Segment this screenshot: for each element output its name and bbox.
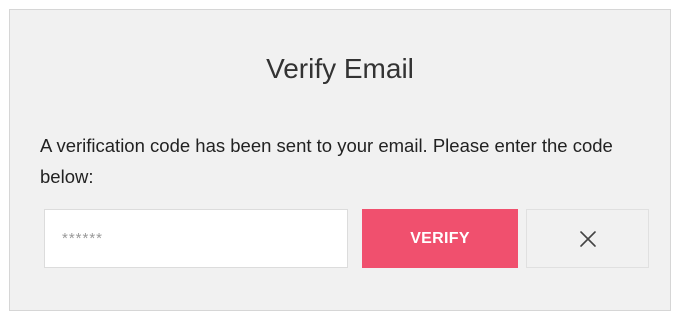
verify-email-dialog: Verify Email A verification code has bee…: [9, 9, 671, 311]
close-icon: [579, 230, 597, 248]
verification-message: A verification code has been sent to you…: [40, 135, 613, 187]
close-button[interactable]: [526, 209, 649, 268]
dialog-title: Verify Email: [266, 53, 414, 84]
verification-code-input[interactable]: [44, 209, 348, 268]
verify-button[interactable]: VERIFY: [362, 209, 518, 268]
